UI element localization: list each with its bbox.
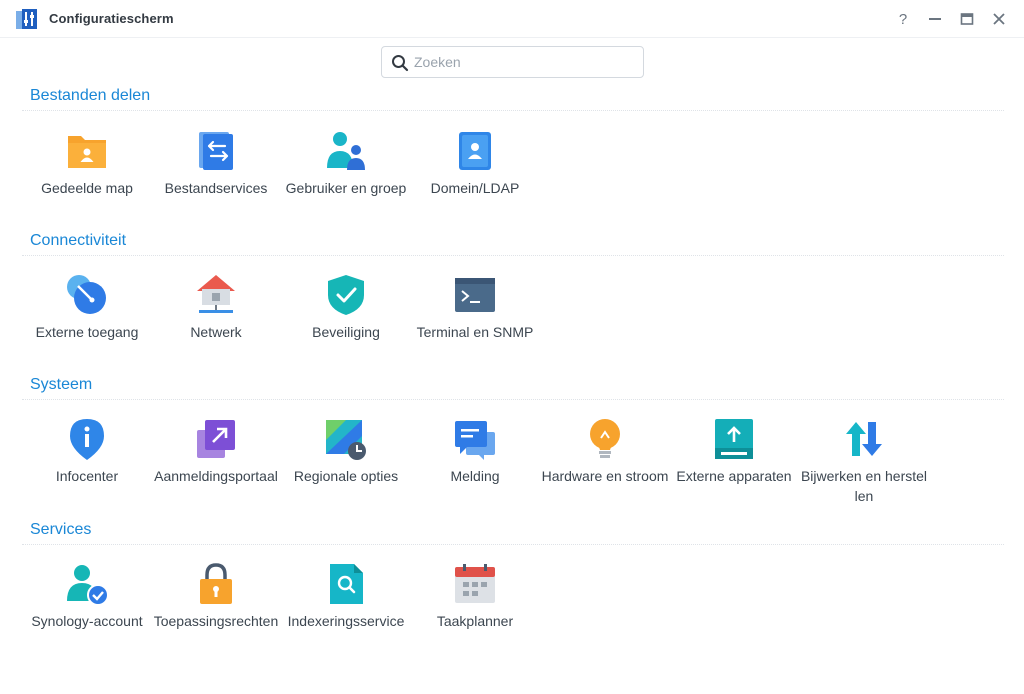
network-icon (197, 275, 235, 313)
search-box[interactable] (381, 46, 644, 78)
item-label: Melding (450, 468, 500, 484)
maximize-icon (960, 13, 974, 25)
help-button[interactable]: ? (893, 9, 913, 29)
item-label: Indexeringsservice (287, 613, 405, 629)
item-label: Taakplanner (436, 613, 514, 629)
section-title-connectivity: Connectiviteit (30, 232, 127, 249)
hardware-power-icon (590, 419, 620, 458)
section-title-services: Services (30, 521, 92, 538)
update-restore-icon (846, 422, 882, 456)
search-input[interactable] (414, 51, 636, 73)
item-label: Bijwerken en herstellen (800, 468, 928, 504)
regional-options-icon (326, 420, 366, 460)
item-label: Hardware en stroom (541, 468, 669, 484)
task-scheduler-icon (455, 564, 495, 603)
minimize-icon (929, 18, 941, 20)
login-portal-icon (197, 420, 235, 458)
section-divider (22, 255, 1004, 256)
item-label: Bestandservices (164, 180, 268, 196)
item-label: Regionale opties (293, 468, 399, 484)
item-label: Externe apparaten (676, 468, 792, 484)
section-divider (22, 544, 1004, 545)
maximize-button[interactable] (957, 9, 977, 29)
section-title-system: Systeem (30, 376, 93, 393)
minimize-button[interactable] (925, 9, 945, 29)
external-access-icon (67, 275, 106, 314)
item-label: Synology-account (31, 613, 143, 629)
section-title-file-sharing: Bestanden delen (30, 87, 151, 104)
user-group-icon (327, 132, 365, 170)
section-divider (22, 110, 1004, 111)
file-services-icon (199, 132, 233, 170)
item-label: Terminal en SNMP (416, 324, 534, 340)
close-button[interactable] (989, 9, 1009, 29)
item-label: Toepassingsrechten (153, 613, 279, 629)
item-label: Netwerk (190, 324, 242, 340)
domain-ldap-icon (459, 132, 491, 170)
item-label: Domein/LDAP (430, 180, 520, 196)
synology-account-icon (67, 565, 108, 605)
item-label: Beveiliging (312, 324, 380, 340)
indexing-service-icon (330, 564, 363, 604)
close-icon (993, 13, 1005, 25)
item-label: Infocenter (55, 468, 119, 484)
item-label: Aanmeldingsportaal (154, 468, 278, 484)
application-privileges-icon (200, 563, 232, 604)
item-label: Gedeelde map (41, 180, 133, 196)
info-center-icon (70, 419, 104, 460)
search-icon (392, 55, 409, 72)
shared-folder-icon (68, 136, 106, 168)
section-divider (22, 399, 1004, 400)
notification-icon (455, 421, 495, 460)
title-bar: Configuratiescherm ? (0, 0, 1024, 38)
security-shield-icon (328, 275, 364, 315)
external-devices-icon (715, 419, 753, 459)
window-title: Configuratiescherm (49, 11, 174, 26)
item-label: Gebruiker en groep (285, 180, 407, 196)
item-label: Externe toegang (35, 324, 139, 340)
terminal-icon (455, 278, 495, 312)
control-panel-app-icon (16, 9, 37, 29)
help-icon: ? (898, 10, 908, 28)
